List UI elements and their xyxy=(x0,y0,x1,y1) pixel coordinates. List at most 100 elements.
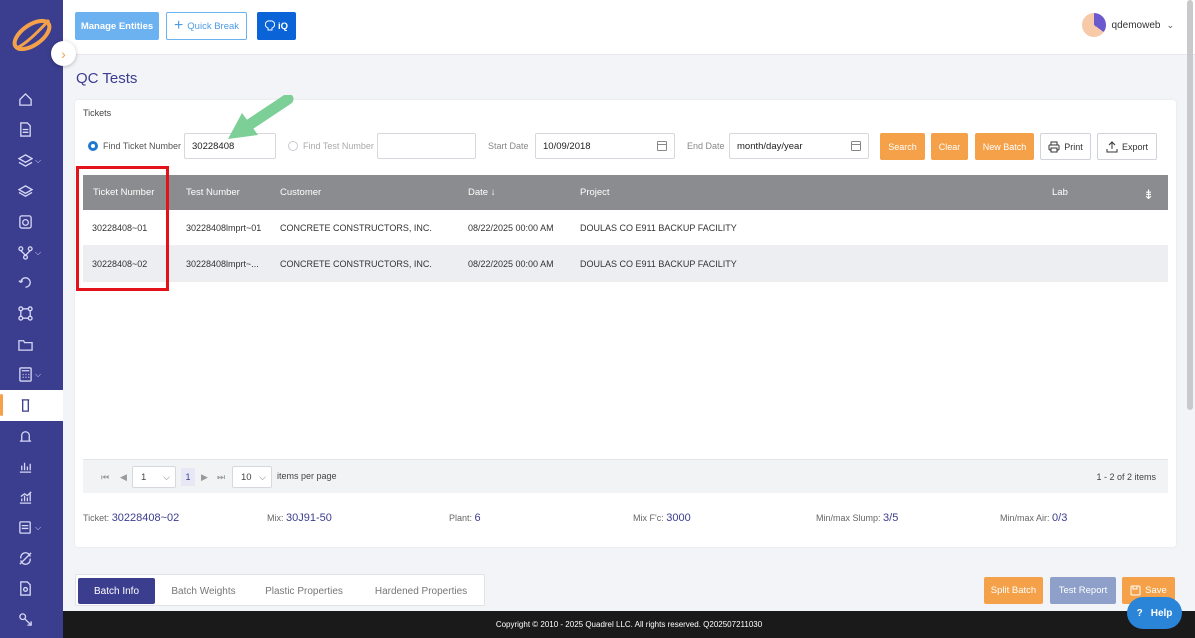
sidebar-item-sync[interactable] xyxy=(0,543,63,574)
compress-columns-icon[interactable]: ⇟ xyxy=(1143,187,1154,203)
table-row[interactable]: 30228408~02 30228408lmprt~... CONCRETE C… xyxy=(83,246,1168,282)
sidebar-item-nodes[interactable] xyxy=(0,298,63,329)
sync-icon xyxy=(19,551,32,565)
next-page-icon[interactable]: ▶ xyxy=(201,472,208,483)
start-date-input[interactable]: 10/09/2018 xyxy=(535,133,675,159)
test-number-cell: 30228408lmprt~01 xyxy=(186,223,262,233)
tab-hardened-properties[interactable]: Hardened Properties xyxy=(362,578,480,604)
scrollbar[interactable] xyxy=(1187,0,1193,410)
chevron-right-icon: › xyxy=(61,45,66,62)
sidebar-item-calculator[interactable]: ⌵ xyxy=(0,359,63,390)
find-test-label: Find Test Number xyxy=(303,141,374,151)
manage-entities-button[interactable]: Manage Entities xyxy=(75,12,159,40)
sidebar-item-tools[interactable] xyxy=(0,604,63,635)
layers-icon xyxy=(18,154,33,167)
sidebar-item-network[interactable]: ⌵ xyxy=(0,237,63,268)
network-icon xyxy=(18,245,33,260)
slump-summary-value: 3/5 xyxy=(883,512,899,524)
column-date[interactable]: Date ↓ xyxy=(468,187,495,198)
page-size-value: 10 xyxy=(241,471,252,483)
sidebar-item-layers[interactable]: ⌵ xyxy=(0,145,63,176)
mix-summary-label: Mix: xyxy=(267,513,284,523)
sidebar-toggle-button[interactable]: › xyxy=(51,41,76,66)
chevron-down-icon: ⌵ xyxy=(35,370,42,380)
sidebar: ⌵ ⌵ ⌵ ⌵ xyxy=(0,0,63,638)
clipboard-icon xyxy=(19,215,32,229)
sidebar-item-home[interactable] xyxy=(0,84,63,115)
avatar xyxy=(1081,13,1106,37)
bar-chart-icon xyxy=(19,462,32,473)
tab-batch-info[interactable]: Batch Info xyxy=(78,578,155,604)
test-number-input[interactable] xyxy=(377,133,476,159)
stack-icon xyxy=(18,184,33,197)
iq-label: iQ xyxy=(277,20,289,32)
quick-break-label: Quick Break xyxy=(187,20,240,32)
export-button[interactable]: Export xyxy=(1097,133,1157,160)
find-ticket-radio[interactable] xyxy=(88,141,98,151)
clear-button[interactable]: Clear xyxy=(931,133,968,160)
column-lab[interactable]: Lab xyxy=(1052,187,1068,198)
page-size-select[interactable]: 10 ⌵ xyxy=(232,466,272,488)
first-page-icon[interactable]: ⏮ xyxy=(101,472,109,483)
tab-batch-weights[interactable]: Batch Weights xyxy=(161,578,246,604)
chevron-down-icon: ⌵ xyxy=(35,523,42,533)
ticket-summary-value: 30228408~02 xyxy=(111,512,180,524)
table-row[interactable]: 30228408~01 30228408lmprt~01 CONCRETE CO… xyxy=(83,210,1168,246)
sidebar-nav: ⌵ ⌵ ⌵ ⌵ xyxy=(0,84,63,635)
tickets-table: Ticket Number Test Number Customer Date … xyxy=(83,175,1168,282)
mix-summary-value: 30J91-50 xyxy=(286,512,332,524)
column-customer[interactable]: Customer xyxy=(280,187,321,198)
new-batch-button[interactable]: New Batch xyxy=(975,133,1034,160)
page-select[interactable]: 1 ⌵ xyxy=(132,466,176,488)
calendar-icon[interactable] xyxy=(657,141,667,151)
start-date-label: Start Date xyxy=(488,141,529,151)
sidebar-item-documents[interactable] xyxy=(0,115,63,146)
last-page-icon[interactable]: ⏭ xyxy=(217,472,225,483)
batch-tabs: Batch Info Batch Weights Plastic Propert… xyxy=(75,574,485,606)
sidebar-item-cycle[interactable] xyxy=(0,268,63,299)
sidebar-item-qc-tests[interactable] xyxy=(0,389,63,421)
prev-page-icon[interactable]: ◀ xyxy=(120,472,127,483)
footer: Copyright © 2010 - 2025 Quadrel LLC. All… xyxy=(63,611,1195,638)
sidebar-item-analytics[interactable] xyxy=(0,482,63,513)
print-button[interactable]: Print xyxy=(1040,133,1091,160)
column-test-number[interactable]: Test Number xyxy=(186,187,240,198)
user-menu[interactable]: qdemoweb ⌄ xyxy=(1081,13,1174,37)
project-cell: DOULAS CO E911 BACKUP FACILITY xyxy=(580,223,737,233)
chevron-down-icon: ⌵ xyxy=(163,472,170,482)
date-cell: 08/22/2025 00:00 AM xyxy=(468,259,554,269)
highlight-box xyxy=(76,166,169,291)
find-ticket-label: Find Ticket Number xyxy=(103,141,182,151)
test-number-cell: 30228408lmprt~... xyxy=(186,259,259,269)
help-label: Help xyxy=(1150,607,1173,619)
sidebar-item-folder[interactable] xyxy=(0,329,63,360)
chevron-down-icon: ⌄ xyxy=(1166,19,1174,30)
pagination-bar: ⏮ ◀ 1 ⌵ 1 ▶ ⏭ 10 ⌵ items per page 1 - 2 of… xyxy=(83,459,1168,493)
air-summary-value: 0/3 xyxy=(1052,512,1068,524)
end-date-value: month/day/year xyxy=(737,140,803,152)
report-icon xyxy=(19,521,31,534)
settings-document-icon xyxy=(20,581,31,597)
chevron-down-icon: ⌵ xyxy=(259,472,266,482)
search-button[interactable]: Search xyxy=(880,133,925,160)
split-batch-button[interactable]: Split Batch xyxy=(984,577,1043,604)
sidebar-item-reports[interactable]: ⌵ xyxy=(0,512,63,543)
sidebar-item-settings-doc[interactable] xyxy=(0,574,63,605)
annotation-arrow xyxy=(228,95,294,139)
iq-button[interactable]: iQ xyxy=(257,12,296,40)
end-date-input[interactable]: month/day/year xyxy=(729,133,869,159)
help-button[interactable]: ? Help xyxy=(1127,597,1182,629)
sidebar-item-chart[interactable] xyxy=(0,451,63,482)
current-page-number[interactable]: 1 xyxy=(181,468,195,486)
quick-break-button[interactable]: + Quick Break xyxy=(166,12,247,40)
calendar-icon[interactable] xyxy=(851,141,861,151)
column-project[interactable]: Project xyxy=(580,187,610,198)
table-header: Ticket Number Test Number Customer Date … xyxy=(83,175,1168,210)
upload-icon xyxy=(1106,140,1118,152)
sidebar-item-stack[interactable] xyxy=(0,176,63,207)
sidebar-item-lab[interactable] xyxy=(0,421,63,452)
tab-plastic-properties[interactable]: Plastic Properties xyxy=(254,578,354,604)
test-report-button[interactable]: Test Report xyxy=(1050,577,1116,604)
slump-summary-label: Min/max Slump: xyxy=(816,513,881,523)
sidebar-item-clipboard[interactable] xyxy=(0,206,63,237)
